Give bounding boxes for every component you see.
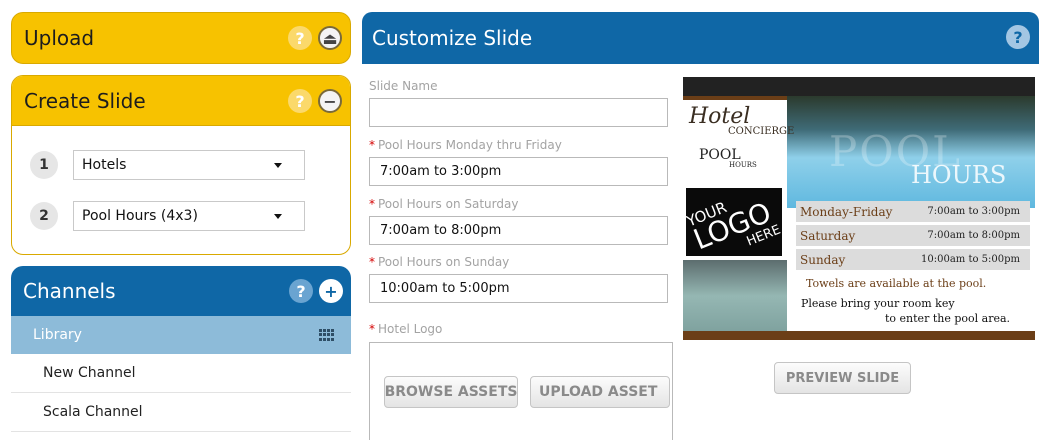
channels-panel: Channels ? + Library New Channel Scala C… (11, 266, 351, 440)
schedule-row: Monday-Friday 7:00am to 3:00pm (796, 201, 1030, 222)
channels-header[interactable]: Channels ? + (11, 266, 351, 316)
preview-slide-button[interactable]: PREVIEW SLIDE (774, 362, 911, 394)
upload-eject-icon[interactable]: ⏏ (318, 26, 342, 50)
mon-fri-label: * Pool Hours Monday thru Friday (369, 138, 562, 152)
create-slide-help-icon[interactable]: ? (288, 89, 312, 113)
preview-brown-band (683, 96, 787, 100)
schedule-day: Saturday (800, 228, 856, 243)
preview-note-enter: to enter the pool area. (885, 312, 1011, 325)
saturday-hours-input[interactable]: 7:00am to 8:00pm (369, 216, 668, 245)
customize-slide-title: Customize Slide (372, 26, 533, 50)
sunday-hours-input[interactable]: 10:00am to 5:00pm (369, 274, 668, 303)
schedule-row: Sunday 10:00am to 5:00pm (796, 249, 1030, 270)
library-label: Library (33, 327, 82, 343)
template-select[interactable]: Pool Hours (4x3) (73, 201, 305, 231)
customize-help-icon[interactable]: ? (1006, 25, 1030, 49)
preview-note-key: Please bring your room key (801, 297, 955, 310)
slide-preview: POOL HOURS Hotel CONCIERGE POOL HOURS YO… (683, 77, 1035, 340)
required-asterisk: * (369, 138, 375, 152)
required-asterisk: * (369, 197, 375, 211)
mon-fri-hours-input[interactable]: 7:00am to 3:00pm (369, 157, 668, 186)
step-2-number: 2 (30, 202, 58, 230)
slide-name-label: Slide Name (369, 79, 438, 93)
channel-item[interactable]: Scala Channel (11, 393, 351, 432)
create-slide-title: Create Slide (24, 88, 146, 113)
upload-header[interactable]: Upload ? ⏏ (12, 13, 350, 63)
channel-item[interactable]: New Channel (11, 354, 351, 393)
upload-asset-button[interactable]: UPLOAD ASSET (530, 376, 670, 408)
channels-title: Channels (23, 279, 116, 303)
your-logo-placeholder: YOUR LOGO HERE (684, 188, 783, 256)
step-2-row: 2 Pool Hours (4x3) (30, 201, 305, 231)
category-select-value: Hotels (82, 157, 127, 173)
schedule-time: 10:00am to 5:00pm (921, 254, 1020, 265)
mon-fri-label-text: Pool Hours Monday thru Friday (378, 138, 562, 152)
required-asterisk: * (369, 255, 375, 269)
browse-assets-button[interactable]: BROWSE ASSETS (384, 376, 518, 408)
preview-bottom-band (683, 331, 1035, 340)
schedule-time: 7:00am to 3:00pm (927, 206, 1020, 217)
template-select-value: Pool Hours (4x3) (82, 208, 198, 224)
hotel-logo-label: * Hotel Logo (369, 322, 442, 336)
chevron-down-icon (274, 163, 282, 168)
preview-big-hours: HOURS (911, 161, 1007, 189)
create-slide-header[interactable]: Create Slide ? − (12, 76, 350, 126)
sunday-label-text: Pool Hours on Sunday (378, 255, 510, 269)
schedule-row: Saturday 7:00am to 8:00pm (796, 225, 1030, 246)
chevron-down-icon (274, 214, 282, 219)
preview-brand-sub: CONCIERGE (728, 126, 795, 137)
hotel-logo-dropzone: BROWSE ASSETS UPLOAD ASSET (369, 342, 673, 440)
customize-slide-header: Customize Slide ? (362, 12, 1039, 64)
schedule-time: 7:00am to 8:00pm (927, 230, 1020, 241)
collapse-minus-icon[interactable]: − (318, 89, 342, 113)
saturday-label-text: Pool Hours on Saturday (378, 197, 519, 211)
sunday-label: * Pool Hours on Sunday (369, 255, 509, 269)
grid-view-icon[interactable] (319, 329, 335, 341)
saturday-label: * Pool Hours on Saturday (369, 197, 518, 211)
upload-help-icon[interactable]: ? (288, 26, 312, 50)
slide-name-label-text: Slide Name (369, 79, 438, 93)
add-channel-icon[interactable]: + (319, 279, 343, 303)
hotel-logo-label-text: Hotel Logo (378, 322, 443, 336)
preview-side-photo (683, 260, 787, 340)
slide-name-input[interactable] (369, 98, 668, 127)
upload-panel: Upload ? ⏏ (11, 12, 351, 64)
library-row[interactable]: Library (11, 316, 351, 354)
logo-placeholder-text: YOUR LOGO HERE (684, 184, 783, 266)
preview-note-towels: Towels are available at the pool. (806, 277, 987, 290)
create-slide-panel: Create Slide ? − 1 Hotels 2 Pool Hours (… (11, 75, 351, 255)
channels-help-icon[interactable]: ? (289, 279, 313, 303)
step-1-number: 1 (30, 151, 58, 179)
required-asterisk: * (369, 322, 375, 336)
preview-top-bar (683, 77, 1035, 96)
category-select[interactable]: Hotels (73, 150, 305, 180)
upload-title: Upload (24, 26, 95, 50)
schedule-day: Monday-Friday (800, 204, 893, 219)
preview-hours-small: HOURS (729, 161, 757, 169)
schedule-day: Sunday (800, 252, 846, 267)
step-1-row: 1 Hotels (30, 150, 305, 180)
